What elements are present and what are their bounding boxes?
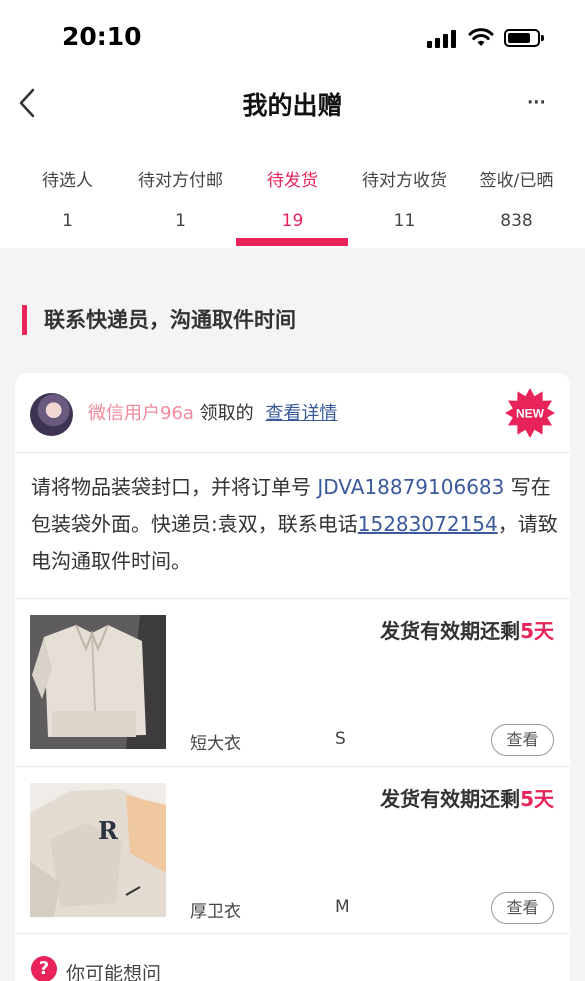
shipping-deadline: 发货有效期还剩5天 bbox=[380, 783, 554, 812]
tab-label: 待对方付邮 bbox=[138, 171, 223, 191]
tab-label: 待选人 bbox=[42, 171, 93, 191]
view-button[interactable]: 查看 bbox=[491, 892, 554, 924]
deadline-days: 5天 bbox=[520, 619, 554, 643]
user-name[interactable]: 微信用户96a bbox=[88, 403, 194, 424]
active-tab-indicator bbox=[236, 238, 348, 246]
courier-phone-link[interactable]: 15283072154 bbox=[358, 512, 498, 536]
claim-info: 微信用户96a 领取的 查看详情 bbox=[88, 399, 337, 425]
tab-pending-receipt[interactable]: 待对方收货 11 bbox=[346, 160, 463, 248]
item-name: 短大衣 bbox=[190, 734, 241, 754]
list-item[interactable]: 发货有效期还剩5天 短大衣 S 查看 bbox=[15, 598, 570, 766]
tab-signed-shared[interactable]: 签收/已晒 838 bbox=[458, 160, 575, 248]
item-name: 厚卫衣 bbox=[190, 902, 241, 922]
tab-count: 11 bbox=[393, 211, 416, 231]
instruction-text: 请将物品装袋封口，并将订单号 bbox=[31, 475, 318, 499]
faq-section[interactable]: ? 你可能想问 bbox=[15, 933, 570, 981]
product-image-coat[interactable] bbox=[30, 615, 166, 749]
tab-pending-select[interactable]: 待选人 1 bbox=[9, 160, 126, 248]
claimed-text: 领取的 bbox=[199, 403, 254, 424]
deadline-days: 5天 bbox=[520, 787, 554, 811]
tab-pending-shipment[interactable]: 待发货 19 bbox=[234, 160, 351, 248]
header-area: 20:10 我的出赠 ··· 待选人 1 待对方付邮 1 待发货 19 待对方收… bbox=[0, 0, 585, 248]
section-title: 联系快递员，沟通取件时间 bbox=[44, 308, 296, 332]
tab-label: 待发货 bbox=[267, 171, 318, 191]
status-time: 20:10 bbox=[62, 22, 142, 51]
order-number: JDVA18879106683 bbox=[317, 475, 505, 499]
list-item[interactable]: R 发货有效期还剩5天 厚卫衣 M 查看 bbox=[15, 766, 570, 934]
tab-label: 待对方收货 bbox=[362, 171, 447, 191]
tab-count: 838 bbox=[500, 211, 533, 231]
order-card: 微信用户96a 领取的 查看详情 NEW 请将物品装袋封口，并将订单号 JDVA… bbox=[15, 373, 570, 981]
wifi-icon bbox=[468, 28, 494, 46]
signal-icon bbox=[427, 30, 457, 48]
new-badge: NEW bbox=[505, 388, 555, 438]
card-header: 微信用户96a 领取的 查看详情 NEW bbox=[15, 373, 570, 453]
deadline-prefix: 发货有效期还剩 bbox=[380, 787, 521, 811]
tab-pending-postage[interactable]: 待对方付邮 1 bbox=[122, 160, 239, 248]
badge-label: NEW bbox=[516, 407, 545, 421]
page-title: 我的出赠 bbox=[242, 91, 343, 120]
item-size: M bbox=[335, 897, 350, 917]
tab-count: 1 bbox=[175, 211, 186, 231]
more-icon[interactable]: ··· bbox=[526, 88, 556, 118]
item-size: S bbox=[335, 729, 346, 749]
tab-label: 签收/已晒 bbox=[479, 171, 554, 191]
svg-text:R: R bbox=[98, 816, 119, 845]
view-button[interactable]: 查看 bbox=[491, 724, 554, 756]
product-image-sweatshirt[interactable]: R bbox=[30, 783, 166, 917]
shipping-deadline: 发货有效期还剩5天 bbox=[380, 615, 554, 644]
avatar[interactable] bbox=[30, 393, 73, 436]
question-icon: ? bbox=[31, 956, 57, 981]
tab-count: 1 bbox=[62, 211, 73, 231]
status-tabs: 待选人 1 待对方付邮 1 待发货 19 待对方收货 11 签收/已晒 838 bbox=[0, 160, 585, 248]
tab-count: 19 bbox=[281, 211, 304, 231]
status-bar: 20:10 bbox=[0, 0, 585, 72]
battery-icon bbox=[504, 29, 544, 47]
view-details-link[interactable]: 查看详情 bbox=[265, 403, 337, 424]
deadline-prefix: 发货有效期还剩 bbox=[380, 619, 521, 643]
shipping-instruction: 请将物品装袋封口，并将订单号 JDVA18879106683 写在包装袋外面。快… bbox=[31, 469, 559, 580]
faq-label: 你可能想问 bbox=[66, 963, 162, 981]
